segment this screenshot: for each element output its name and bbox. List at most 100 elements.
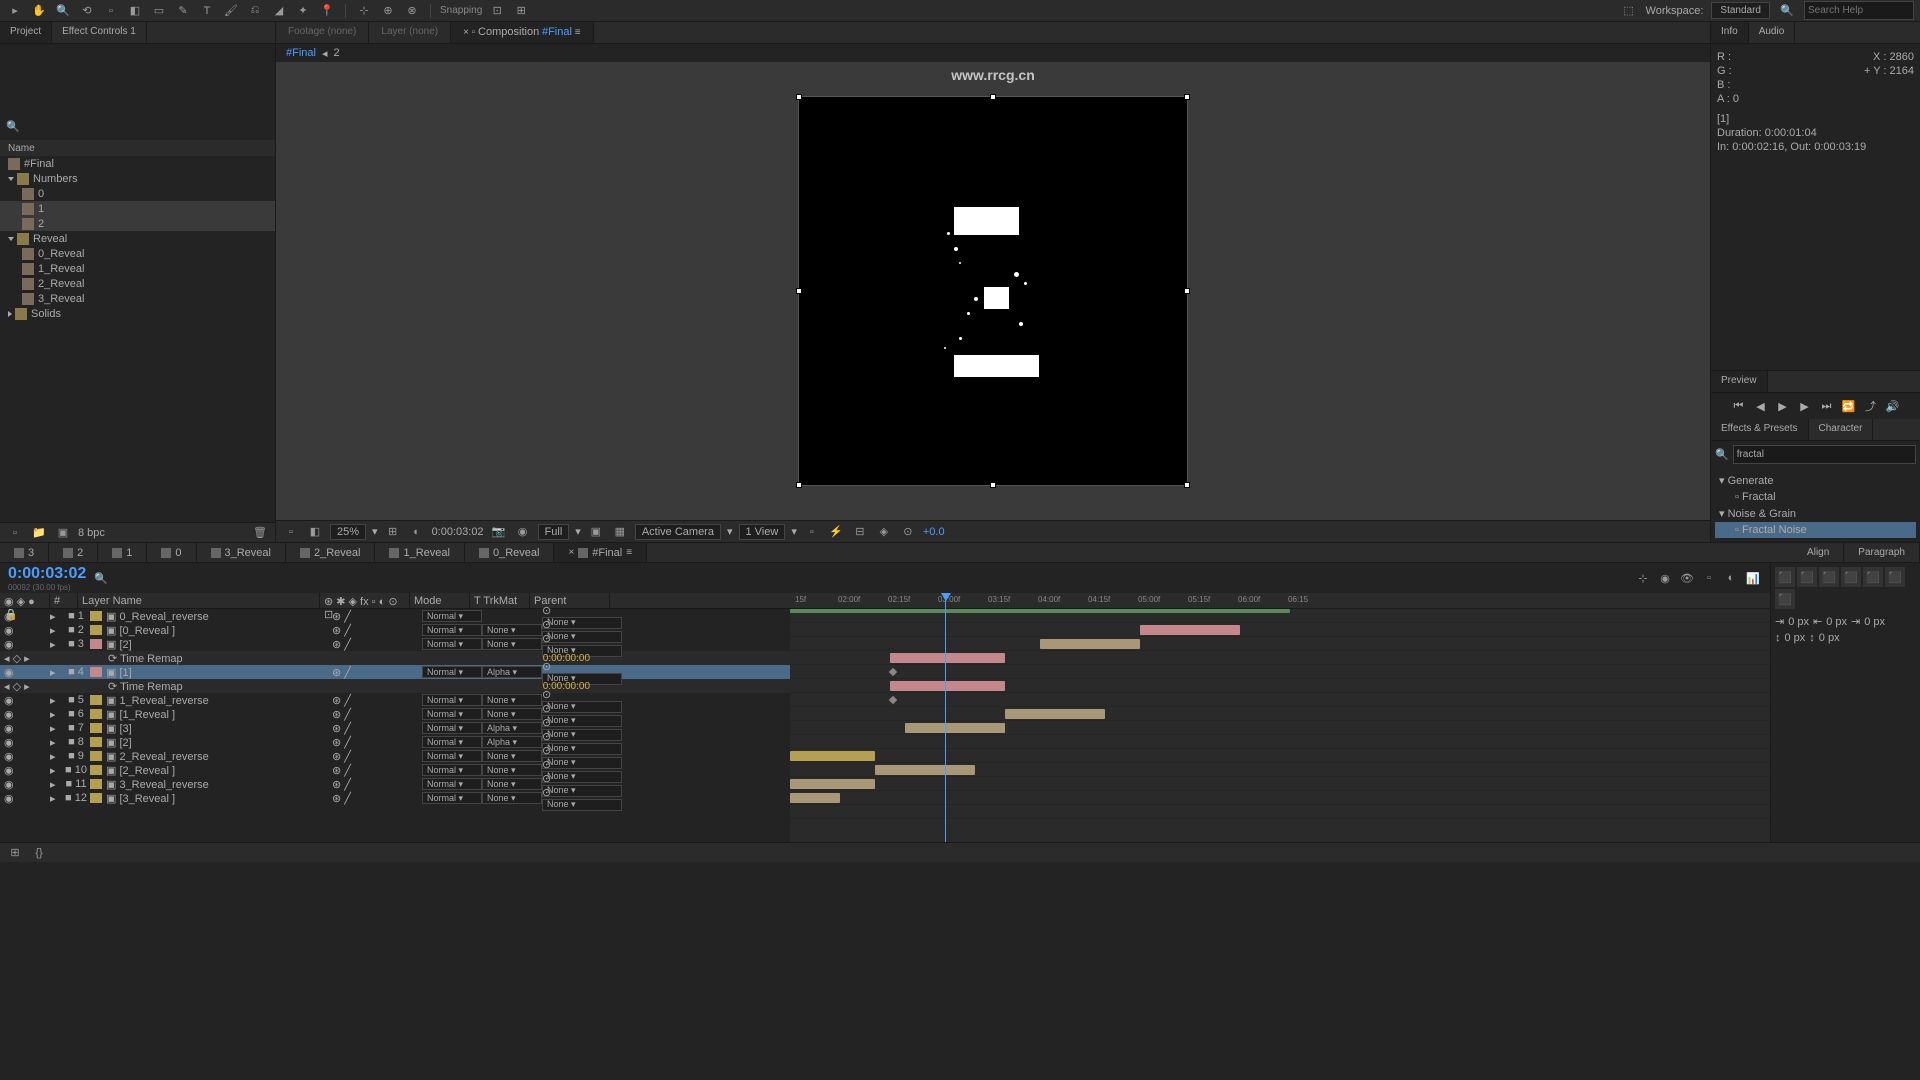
- interpret-icon[interactable]: ▫: [6, 524, 24, 542]
- prev-frame-icon[interactable]: ◀: [1752, 397, 1770, 415]
- project-item[interactable]: #Final: [0, 156, 275, 171]
- project-folder[interactable]: Reveal: [0, 231, 275, 246]
- expand-icon[interactable]: [8, 311, 12, 317]
- view-axis-icon[interactable]: ⊗: [403, 2, 421, 20]
- brush-tool-icon[interactable]: 🖌: [222, 2, 240, 20]
- mute-icon[interactable]: 🔊: [1884, 397, 1902, 415]
- timeline-tab[interactable]: 0: [147, 543, 196, 562]
- always-preview-icon[interactable]: ▫: [282, 523, 300, 541]
- layer-row[interactable]: ◉▸■ 7▣ [3]⊛ ╱Normal ▾Alpha ▾⊙ None ▾: [0, 721, 790, 735]
- project-item[interactable]: 0_Reveal: [0, 246, 275, 261]
- new-comp-icon[interactable]: ▣: [54, 524, 72, 542]
- clone-tool-icon[interactable]: ⎌: [246, 2, 264, 20]
- time-display[interactable]: 0:00:03:02: [432, 526, 484, 538]
- last-frame-icon[interactable]: ⏭: [1818, 397, 1836, 415]
- layer-row[interactable]: ◉▸■ 11▣ 3_Reveal_reverse⊛ ╱Normal ▾None …: [0, 777, 790, 791]
- next-frame-icon[interactable]: ▶: [1796, 397, 1814, 415]
- local-axis-icon[interactable]: ⊹: [355, 2, 373, 20]
- justify-center-icon[interactable]: ⬛: [1863, 567, 1883, 587]
- preview-tab[interactable]: Preview: [1711, 371, 1768, 392]
- toggle-switches-icon[interactable]: ⊞: [6, 844, 24, 862]
- loop-icon[interactable]: 🔁: [1840, 397, 1858, 415]
- grid-icon[interactable]: ⊞: [384, 523, 402, 541]
- shape-tool-icon[interactable]: ▭: [150, 2, 168, 20]
- timeline-tracks[interactable]: 15f 02:00f 02:15f 03:00f 03:15f 04:00f 0…: [790, 593, 1770, 842]
- comp-mini-flowchart-icon[interactable]: ⊹: [1634, 569, 1652, 587]
- transform-handle[interactable]: [990, 94, 996, 100]
- crumb-link[interactable]: #Final: [286, 47, 316, 59]
- paragraph-tab[interactable]: Paragraph: [1844, 543, 1920, 562]
- layer-row[interactable]: ◉▸■ 6▣ [1_Reveal ]⊛ ╱Normal ▾None ▾⊙ Non…: [0, 707, 790, 721]
- effect-category[interactable]: ▾ Noise & Grain: [1715, 505, 1916, 522]
- timeline-tab[interactable]: 3_Reveal: [197, 543, 286, 562]
- effect-category[interactable]: ▾ Generate: [1715, 472, 1916, 489]
- audio-tab[interactable]: Audio: [1749, 22, 1796, 43]
- pen-tool-icon[interactable]: ✎: [174, 2, 192, 20]
- layer-row[interactable]: ◉▸■ 9▣ 2_Reveal_reverse⊛ ╱Normal ▾None ▾…: [0, 749, 790, 763]
- layer-clip[interactable]: [790, 779, 875, 789]
- layer-clip[interactable]: [890, 681, 1005, 691]
- trash-icon[interactable]: 🗑: [251, 524, 269, 542]
- project-folder[interactable]: Numbers: [0, 171, 275, 186]
- layer-row[interactable]: ◉▸■ 5▣ 1_Reveal_reverse⊛ ╱Normal ▾None ▾…: [0, 693, 790, 707]
- pixel-aspect-icon[interactable]: ▫: [803, 523, 821, 541]
- layer-clip[interactable]: [890, 653, 1005, 663]
- expand-icon[interactable]: [8, 177, 14, 181]
- align-tab[interactable]: Align: [1793, 543, 1844, 562]
- timeline-tab[interactable]: 1_Reveal: [375, 543, 464, 562]
- effect-item[interactable]: ▫ Fractal: [1715, 489, 1916, 505]
- project-item[interactable]: 1_Reveal: [0, 261, 275, 276]
- expand-icon[interactable]: [8, 237, 14, 241]
- transparency-icon[interactable]: ▦: [611, 523, 629, 541]
- selection-tool-icon[interactable]: ▸: [6, 2, 24, 20]
- project-item[interactable]: 1: [0, 201, 275, 216]
- keyframe[interactable]: [889, 696, 897, 704]
- effects-search-input[interactable]: [1733, 445, 1916, 464]
- transform-handle[interactable]: [1184, 482, 1190, 488]
- info-tab[interactable]: Info: [1711, 22, 1749, 43]
- shy-icon[interactable]: 👁: [1678, 569, 1696, 587]
- toggle-modes-icon[interactable]: {}: [30, 844, 48, 862]
- project-item[interactable]: 2: [0, 216, 275, 231]
- search-icon[interactable]: 🔍: [1778, 2, 1796, 20]
- timeline-tab[interactable]: 1: [98, 543, 147, 562]
- timeline-tab[interactable]: 3: [0, 543, 49, 562]
- layer-clip[interactable]: [1040, 639, 1140, 649]
- align-right-icon[interactable]: ⬛: [1819, 567, 1839, 587]
- world-axis-icon[interactable]: ⊕: [379, 2, 397, 20]
- layer-tab[interactable]: Layer (none): [369, 22, 451, 43]
- layer-clip[interactable]: [790, 793, 840, 803]
- timeline-tab[interactable]: 2: [49, 543, 98, 562]
- project-folder[interactable]: Solids: [0, 306, 275, 321]
- effects-tab[interactable]: Effects & Presets: [1711, 419, 1809, 440]
- effect-item[interactable]: ▫ Fractal Noise: [1715, 522, 1916, 538]
- align-left-icon[interactable]: ⬛: [1775, 567, 1795, 587]
- transform-handle[interactable]: [990, 482, 996, 488]
- layer-row[interactable]: ◉▸■ 8▣ [2]⊛ ╱Normal ▾Alpha ▾⊙ None ▾: [0, 735, 790, 749]
- puppet-tool-icon[interactable]: 📍: [318, 2, 336, 20]
- bpc-label[interactable]: 8 bpc: [78, 527, 105, 539]
- text-tool-icon[interactable]: T: [198, 2, 216, 20]
- channel-icon[interactable]: ◉: [514, 523, 532, 541]
- layer-row[interactable]: ◂ ◇ ▸⟳ Time Remap0:00:00:00: [0, 679, 790, 693]
- workspace-dropdown[interactable]: Standard: [1711, 2, 1770, 19]
- search-icon[interactable]: 🔍: [94, 572, 108, 585]
- draft-3d-icon[interactable]: ◉: [1656, 569, 1674, 587]
- layer-row[interactable]: ◂ ◇ ▸⟳ Time Remap0:00:00:00: [0, 651, 790, 665]
- roto-tool-icon[interactable]: ✦: [294, 2, 312, 20]
- pan-behind-tool-icon[interactable]: ◧: [126, 2, 144, 20]
- playhead[interactable]: [945, 593, 946, 842]
- reset-exposure-icon[interactable]: ⊙: [899, 523, 917, 541]
- layer-clip[interactable]: [1140, 625, 1240, 635]
- layer-row[interactable]: ◉▸■ 3▣ [2]⊛ ╱Normal ▾None ▾⊙ None ▾: [0, 637, 790, 651]
- timeline-tab[interactable]: 2_Reveal: [286, 543, 375, 562]
- eraser-tool-icon[interactable]: ◢: [270, 2, 288, 20]
- ram-preview-icon[interactable]: ⤴: [1862, 397, 1880, 415]
- search-icon[interactable]: 🔍: [6, 120, 20, 134]
- transform-handle[interactable]: [796, 482, 802, 488]
- layer-clip[interactable]: [905, 723, 1005, 733]
- transform-handle[interactable]: [1184, 288, 1190, 294]
- project-name-header[interactable]: Name: [0, 140, 275, 156]
- transform-handle[interactable]: [796, 288, 802, 294]
- keyframe[interactable]: [889, 668, 897, 676]
